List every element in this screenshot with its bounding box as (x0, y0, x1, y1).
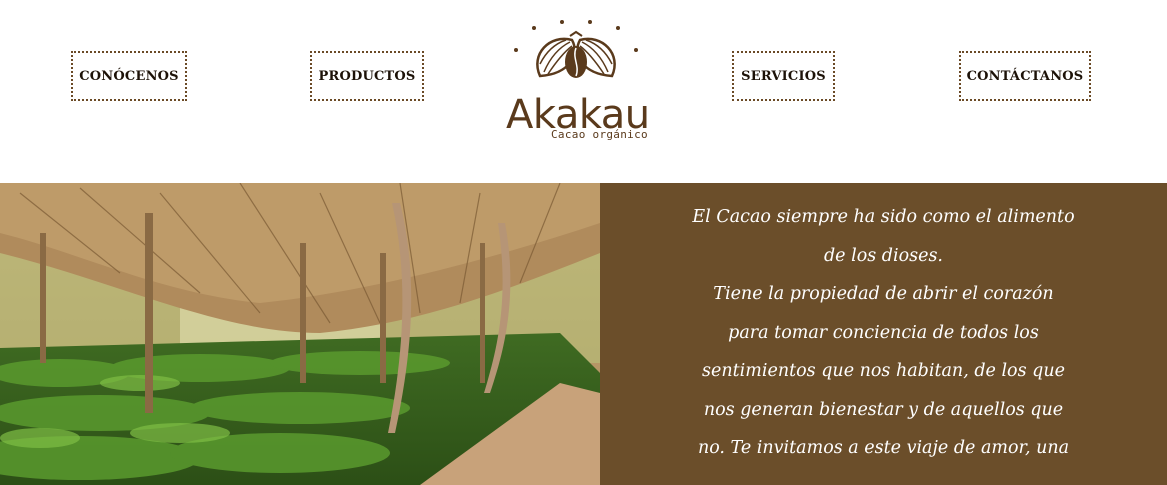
quote-line: Tiene la propiedad de abrir el corazón (713, 284, 1054, 304)
brand-logo[interactable]: Akakau Cacao orgánico (500, 14, 660, 149)
nav-conocenos-button[interactable]: CONÓCENOS (71, 51, 187, 101)
quote-line: sentimientos que nos habitan, de los que (702, 361, 1065, 381)
hero-quote-panel: El Cacao siempre ha sido como el aliment… (600, 183, 1167, 485)
site-header: CONÓCENOS PRODUCTOS Akakau Cacao orgánic… (0, 0, 1167, 183)
cacao-nursery-photo (0, 183, 600, 485)
cacao-pod-icon (514, 20, 638, 78)
quote-line: nos generan bienestar y de aquellos que (703, 399, 1064, 420)
nav-servicios-button[interactable]: SERVICIOS (732, 51, 835, 101)
brand-tagline: Cacao orgánico (551, 128, 648, 141)
nav-productos-button[interactable]: PRODUCTOS (310, 51, 424, 101)
quote-line: para tomar conciencia de todos los (728, 322, 1039, 343)
nav-contactanos-button[interactable]: CONTÁCTANOS (959, 51, 1091, 101)
quote-line: de los dioses. (823, 245, 943, 266)
quote-line: no. Te invitamos a este viaje de amor, u… (697, 438, 1070, 458)
hero-quote: El Cacao siempre ha sido como el aliment… (600, 198, 1167, 468)
quote-line: El Cacao siempre ha sido como el aliment… (692, 207, 1075, 227)
